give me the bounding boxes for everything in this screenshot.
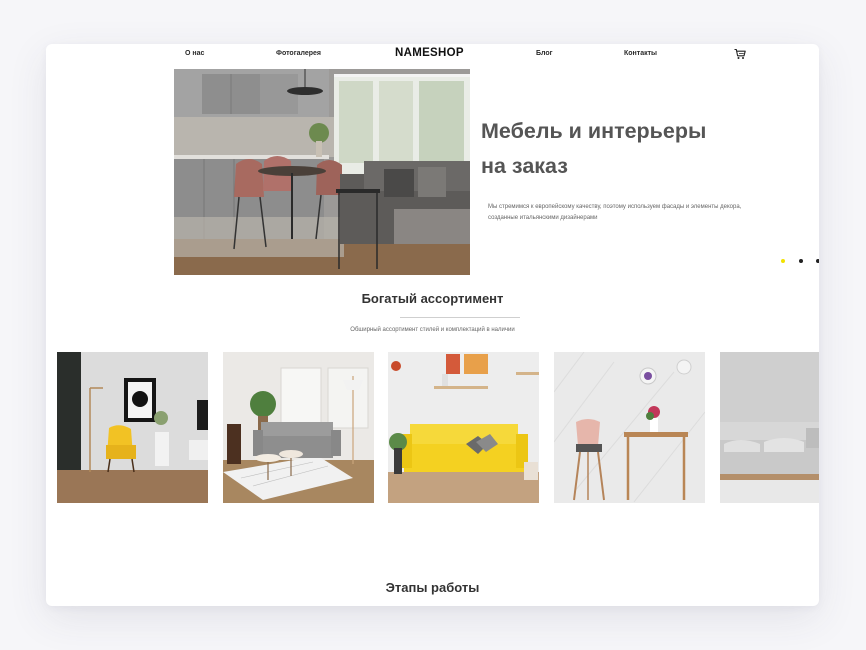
gallery-item-gray-sofa[interactable] <box>223 352 374 503</box>
slider-dot-2[interactable] <box>799 259 803 263</box>
cart-icon[interactable] <box>734 47 746 59</box>
slider-dot-active[interactable] <box>781 259 785 263</box>
section-divider <box>400 317 520 318</box>
nav-about-link[interactable]: О нас <box>185 50 204 57</box>
hero-description: Мы стремимся к европейскому качеству, по… <box>488 204 742 221</box>
gallery-item-bed[interactable] <box>720 352 819 503</box>
gallery-item-yellow-armchair[interactable] <box>57 352 208 503</box>
slider-dot-3[interactable] <box>816 259 819 263</box>
logo[interactable]: NAMESHOP <box>395 47 464 59</box>
nav-blog-link[interactable]: Блог <box>536 50 553 57</box>
top-nav: О нас Фотогалерея NAMESHOP Блог Контакты <box>46 44 819 66</box>
hero-interior-image <box>174 69 470 275</box>
page-card: О нас Фотогалерея NAMESHOP Блог Контакты <box>46 44 819 606</box>
gallery-item-bar-stool-table[interactable] <box>554 352 705 503</box>
nav-contacts-link[interactable]: Контакты <box>624 50 657 57</box>
slider-dots <box>781 259 819 265</box>
hero-title-line1: Мебель и интерьеры <box>481 119 707 143</box>
gallery-item-yellow-sofa[interactable] <box>388 352 539 503</box>
nav-gallery-link[interactable]: Фотогалерея <box>276 50 321 57</box>
stages-title: Этапы работы <box>385 580 480 595</box>
assortment-title: Богатый ассортимент <box>361 291 504 306</box>
assortment-subtitle: Обширный ассортимент стилей и комплектац… <box>350 327 515 333</box>
hero-title: Мебель и интерьеры на заказ <box>481 114 781 184</box>
hero-title-line2: на заказ <box>481 154 568 178</box>
